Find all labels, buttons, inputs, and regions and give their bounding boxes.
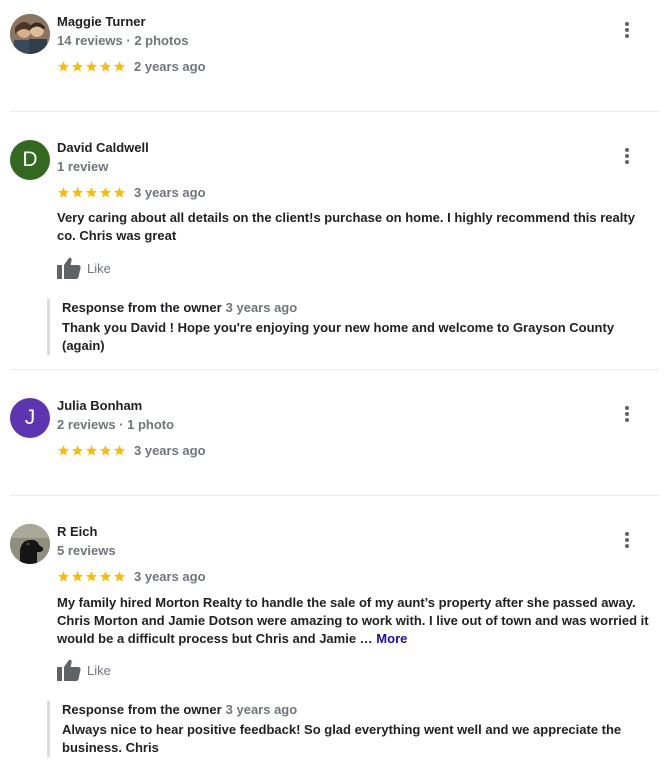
star-icon bbox=[58, 570, 69, 581]
star-icon bbox=[86, 570, 97, 581]
owner-response-date: 3 years ago bbox=[225, 702, 298, 717]
like-button[interactable]: Like bbox=[57, 256, 111, 280]
review-text-body: My family hired Morton Realty to handle … bbox=[57, 595, 649, 646]
avatar[interactable] bbox=[10, 14, 50, 54]
avatar[interactable]: D bbox=[10, 140, 50, 180]
star-rating bbox=[57, 444, 126, 457]
more-vert-icon bbox=[625, 148, 629, 164]
avatar-photo-icon bbox=[10, 14, 50, 54]
avatar[interactable]: J bbox=[10, 398, 50, 438]
rating-row: 3 years ago bbox=[57, 568, 206, 584]
star-icon bbox=[114, 444, 125, 455]
review-date: 3 years ago bbox=[134, 184, 206, 200]
like-button[interactable]: Like bbox=[57, 658, 111, 682]
avatar[interactable] bbox=[10, 524, 50, 564]
review-text: My family hired Morton Realty to handle … bbox=[57, 594, 657, 648]
star-icon bbox=[86, 186, 97, 197]
star-icon bbox=[100, 444, 111, 455]
more-vert-icon bbox=[625, 406, 629, 422]
star-icon bbox=[100, 186, 111, 197]
owner-response-date: 3 years ago bbox=[225, 300, 298, 315]
more-options-button[interactable] bbox=[616, 145, 638, 167]
review-text: Very caring about all details on the cli… bbox=[57, 210, 635, 243]
more-vert-icon bbox=[625, 22, 629, 38]
star-icon bbox=[72, 444, 83, 455]
star-icon bbox=[58, 444, 69, 455]
more-link[interactable]: More bbox=[376, 631, 407, 646]
rating-row: 2 years ago bbox=[57, 58, 206, 74]
thumbs-up-icon bbox=[57, 659, 81, 681]
owner-response-header: Response from the owner 3 years ago bbox=[62, 299, 657, 317]
rating-row: 3 years ago bbox=[57, 184, 206, 200]
more-options-button[interactable] bbox=[616, 19, 638, 41]
star-icon bbox=[100, 60, 111, 71]
divider bbox=[10, 369, 659, 370]
review-date: 3 years ago bbox=[134, 442, 206, 458]
owner-response: Response from the owner 3 years ago Thank… bbox=[47, 299, 657, 355]
reviewer-name[interactable]: Julia Bonham bbox=[57, 398, 142, 413]
reviewer-meta: 5 reviews bbox=[57, 543, 116, 558]
star-rating bbox=[57, 60, 126, 73]
star-icon bbox=[100, 570, 111, 581]
owner-response-label: Response from the owner bbox=[62, 300, 222, 315]
star-icon bbox=[114, 186, 125, 197]
like-label: Like bbox=[87, 260, 111, 276]
star-rating bbox=[57, 570, 126, 583]
owner-response-text: Thank you David ! Hope you're enjoying y… bbox=[62, 320, 615, 353]
star-icon bbox=[86, 444, 97, 455]
reviewer-name[interactable]: R Eich bbox=[57, 524, 97, 539]
star-icon bbox=[72, 570, 83, 581]
avatar-letter: J bbox=[24, 406, 36, 429]
reviewer-meta: 1 review bbox=[57, 159, 109, 174]
like-label: Like bbox=[87, 662, 111, 678]
avatar-letter: D bbox=[22, 148, 38, 171]
owner-response-text: Always nice to hear positive feedback! S… bbox=[62, 722, 622, 755]
review-date: 2 years ago bbox=[134, 58, 206, 74]
star-icon bbox=[72, 186, 83, 197]
star-icon bbox=[58, 186, 69, 197]
star-icon bbox=[114, 570, 125, 581]
star-icon bbox=[58, 60, 69, 71]
more-options-button[interactable] bbox=[616, 529, 638, 551]
reviewer-meta: 2 reviews · 1 photo bbox=[57, 417, 175, 432]
reviewer-name[interactable]: Maggie Turner bbox=[57, 14, 146, 29]
reviewer-meta: 14 reviews · 2 photos bbox=[57, 33, 189, 48]
star-icon bbox=[72, 60, 83, 71]
owner-response: Response from the owner 3 years ago Alway… bbox=[47, 701, 657, 757]
divider bbox=[10, 111, 659, 112]
review-date: 3 years ago bbox=[134, 568, 206, 584]
divider bbox=[10, 495, 659, 496]
owner-response-label: Response from the owner bbox=[62, 702, 222, 717]
more-vert-icon bbox=[625, 532, 629, 548]
avatar-photo-icon bbox=[10, 524, 50, 564]
reviewer-name[interactable]: David Caldwell bbox=[57, 140, 149, 155]
owner-response-header: Response from the owner 3 years ago bbox=[62, 701, 657, 719]
thumbs-up-icon bbox=[57, 257, 81, 279]
star-icon bbox=[114, 60, 125, 71]
rating-row: 3 years ago bbox=[57, 442, 206, 458]
more-options-button[interactable] bbox=[616, 403, 638, 425]
star-icon bbox=[86, 60, 97, 71]
star-rating bbox=[57, 186, 126, 199]
